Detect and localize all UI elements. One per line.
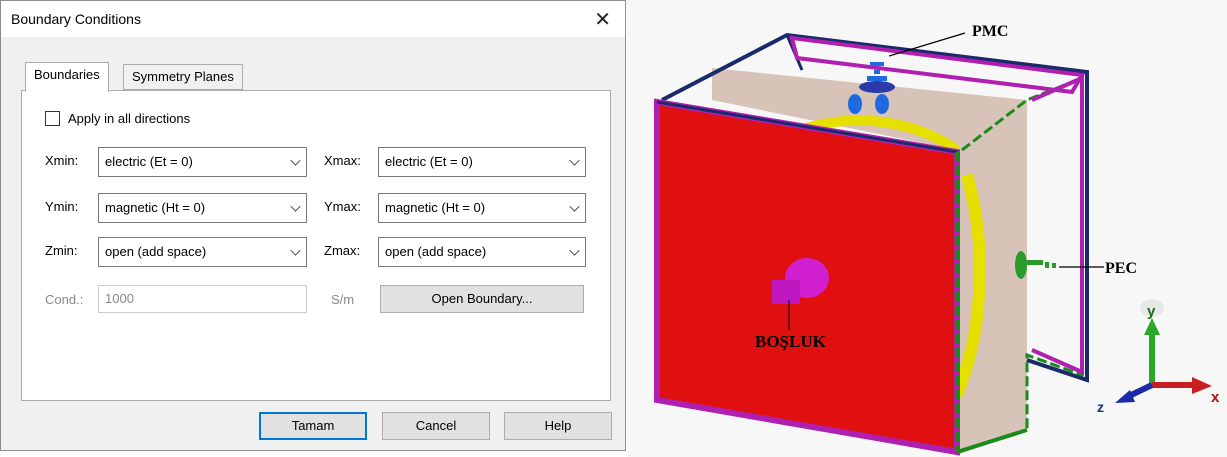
dialog-titlebar: Boundary Conditions ✕ xyxy=(1,1,625,37)
ymax-value: magnetic (Ht = 0) xyxy=(385,200,486,215)
pec-port-icon xyxy=(1015,251,1056,279)
zmax-label: Zmax: xyxy=(324,243,361,258)
tab-label: Boundaries xyxy=(34,67,100,82)
chevron-down-icon xyxy=(290,245,301,256)
ymin-value: magnetic (Ht = 0) xyxy=(105,200,206,215)
y-axis-label: y xyxy=(1147,303,1156,320)
chevron-down-icon xyxy=(290,201,301,212)
zmax-select[interactable]: open (add space) xyxy=(378,237,586,267)
apply-all-label: Apply in all directions xyxy=(68,111,191,126)
axis-triad-icon xyxy=(1115,299,1212,403)
pec-label: PEC xyxy=(1105,260,1137,277)
ymin-select[interactable]: magnetic (Ht = 0) xyxy=(98,193,307,223)
ymin-label: Ymin: xyxy=(45,199,79,214)
zmax-value: open (add space) xyxy=(385,244,487,259)
x-axis-label: x xyxy=(1211,389,1220,406)
xmax-label: Xmax: xyxy=(324,153,361,168)
chevron-down-icon xyxy=(290,155,301,166)
open-boundary-button[interactable]: Open Boundary... xyxy=(380,285,584,313)
model-svg: PMC PEC BOŞLUK y x z xyxy=(654,23,1220,456)
cond-input: 1000 xyxy=(98,285,307,313)
pmc-label: PMC xyxy=(972,23,1008,40)
xmax-value: electric (Et = 0) xyxy=(385,154,473,169)
void-label: BOŞLUK xyxy=(755,332,827,351)
close-icon[interactable]: ✕ xyxy=(594,7,611,32)
xmin-value: electric (Et = 0) xyxy=(105,154,193,169)
cond-unit: S/m xyxy=(331,292,355,307)
model-3d-view[interactable]: PMC PEC BOŞLUK y x z xyxy=(627,0,1227,457)
help-button[interactable]: Help xyxy=(504,412,612,440)
tab-symmetry-planes[interactable]: Symmetry Planes xyxy=(123,64,243,90)
zmin-value: open (add space) xyxy=(105,244,207,259)
pmc-frame-side xyxy=(1031,74,1084,376)
dialog-title: Boundary Conditions xyxy=(11,11,141,27)
chevron-down-icon xyxy=(569,245,580,256)
zmin-label: Zmin: xyxy=(45,243,78,258)
zmin-select[interactable]: open (add space) xyxy=(98,237,307,267)
chevron-down-icon xyxy=(569,201,580,212)
xmin-select[interactable]: electric (Et = 0) xyxy=(98,147,307,177)
cond-value: 1000 xyxy=(105,291,134,306)
z-axis-label: z xyxy=(1097,399,1104,415)
cond-label: Cond.: xyxy=(45,292,84,307)
cancel-button[interactable]: Cancel xyxy=(382,412,490,440)
xmax-select[interactable]: electric (Et = 0) xyxy=(378,147,586,177)
ok-button[interactable]: Tamam xyxy=(259,412,367,440)
xmin-label: Xmin: xyxy=(45,153,79,168)
apply-all-checkbox[interactable] xyxy=(45,111,60,126)
tab-label: Symmetry Planes xyxy=(132,69,234,84)
boundary-conditions-dialog: Boundary Conditions ✕ Boundaries Symmetr… xyxy=(0,0,626,451)
chevron-down-icon xyxy=(569,155,580,166)
ymax-label: Ymax: xyxy=(324,199,361,214)
ymax-select[interactable]: magnetic (Ht = 0) xyxy=(378,193,586,223)
tab-boundaries[interactable]: Boundaries xyxy=(25,62,109,92)
